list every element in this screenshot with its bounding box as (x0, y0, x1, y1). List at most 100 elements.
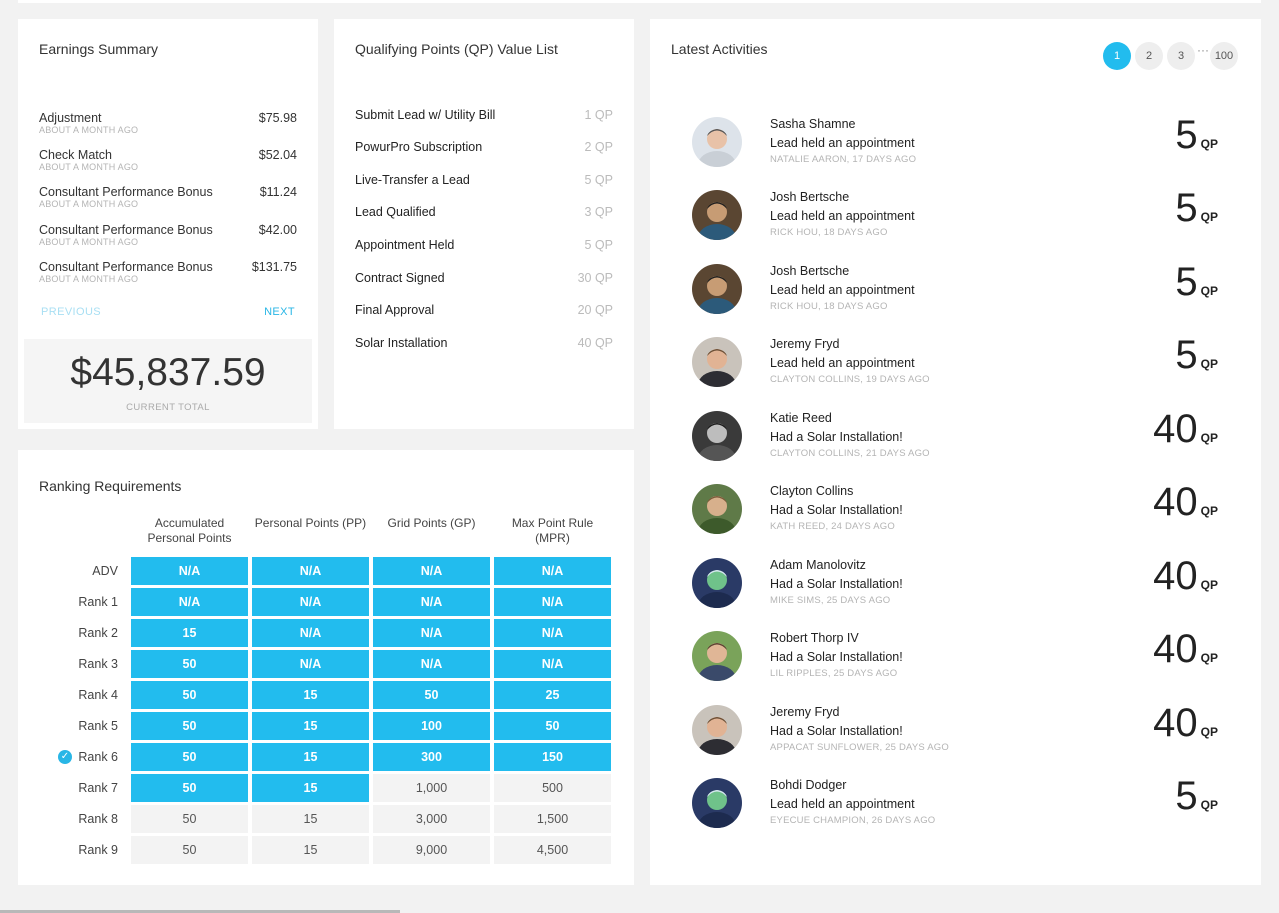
ranking-cell: N/A (373, 557, 490, 585)
qp-item-value: 1 QP (584, 108, 614, 122)
qp-item-value: 2 QP (584, 140, 614, 154)
activity-meta: CLAYTON COLLINS, 19 DAYS AGO (770, 374, 930, 385)
avatar[interactable] (692, 264, 742, 314)
ranking-cell: 500 (494, 774, 611, 802)
qp-item-name: Final Approval (355, 303, 435, 317)
avatar[interactable] (692, 117, 742, 167)
ranking-cell: N/A (252, 557, 369, 585)
activity-person-name[interactable]: Sasha Shamne (770, 117, 855, 131)
activity-person-name[interactable]: Josh Bertsche (770, 190, 849, 204)
qp-item-value: 30 QP (577, 271, 613, 285)
next-button[interactable]: NEXT (264, 306, 295, 318)
activity-item[interactable]: Clayton Collins Had a Solar Installation!… (692, 480, 1218, 544)
avatar[interactable] (692, 778, 742, 828)
earning-amount: $42.00 (258, 223, 297, 237)
avatar[interactable] (692, 705, 742, 755)
ranking-cell: 300 (373, 743, 490, 771)
page-button-100[interactable]: 100 (1210, 42, 1238, 70)
qp-item-value: 40 QP (577, 336, 613, 350)
activity-points-unit: QP (1200, 504, 1218, 518)
ranking-cell: 1,000 (373, 774, 490, 802)
activity-person-name[interactable]: Robert Thorp IV (770, 631, 859, 645)
activity-points: 5 QP (1175, 186, 1218, 231)
earning-time: ABOUT A MONTH AGO (39, 125, 139, 135)
activity-description: Lead held an appointment (770, 356, 915, 370)
activity-person-name[interactable]: Adam Manolovitz (770, 558, 866, 572)
qp-item-name: Contract Signed (355, 271, 445, 285)
page-ellipsis: ··· (1197, 43, 1209, 57)
activity-item[interactable]: Adam Manolovitz Had a Solar Installation!… (692, 554, 1218, 618)
activity-person-name[interactable]: Jeremy Fryd (770, 337, 839, 351)
avatar[interactable] (692, 190, 742, 240)
activity-item[interactable]: Josh Bertsche Lead held an appointment RIC… (692, 260, 1218, 324)
earnings-title: Earnings Summary (39, 41, 159, 57)
activity-person-name[interactable]: Jeremy Fryd (770, 705, 839, 719)
activity-item[interactable]: Bohdi Dodger Lead held an appointment EYEC… (692, 774, 1218, 838)
page-button-2[interactable]: 2 (1135, 42, 1163, 70)
activity-person-name[interactable]: Katie Reed (770, 411, 832, 425)
activity-points-value: 40 (1153, 407, 1198, 451)
activity-points-unit: QP (1200, 798, 1218, 812)
activity-points-value: 40 (1153, 480, 1198, 524)
ranking-cell: N/A (131, 557, 248, 585)
activity-points: 5 QP (1175, 333, 1218, 378)
activity-item[interactable]: Jeremy Fryd Lead held an appointment CLAYT… (692, 333, 1218, 397)
activity-description: Had a Solar Installation! (770, 724, 903, 738)
qp-item-name: Lead Qualified (355, 205, 436, 219)
activity-points: 5 QP (1175, 260, 1218, 305)
activity-item[interactable]: Josh Bertsche Lead held an appointment RIC… (692, 186, 1218, 250)
avatar[interactable] (692, 631, 742, 681)
ranking-cell: 25 (494, 681, 611, 709)
activity-meta: EYECUE CHAMPION, 26 DAYS AGO (770, 815, 936, 826)
ranking-cell: 50 (131, 650, 248, 678)
activities-title: Latest Activities (671, 41, 768, 57)
page-button-1[interactable]: 1 (1103, 42, 1131, 70)
avatar[interactable] (692, 558, 742, 608)
ranking-cell: N/A (373, 650, 490, 678)
activity-item[interactable]: Robert Thorp IV Had a Solar Installation!… (692, 627, 1218, 691)
activity-points-unit: QP (1200, 578, 1218, 592)
activity-points-value: 5 (1175, 113, 1198, 157)
previous-button[interactable]: PREVIOUS (41, 306, 101, 318)
activity-description: Had a Solar Installation! (770, 430, 903, 444)
avatar[interactable] (692, 411, 742, 461)
activity-item[interactable]: Jeremy Fryd Had a Solar Installation! APPA… (692, 701, 1218, 765)
ranking-cell: N/A (494, 650, 611, 678)
qp-item-name: Appointment Held (355, 238, 455, 252)
qp-list-item: PowurPro Subscription 2 QP (355, 140, 613, 158)
rank-label: Rank 9 (78, 843, 118, 857)
activity-person-name[interactable]: Josh Bertsche (770, 264, 849, 278)
qp-list-item: Final Approval 20 QP (355, 303, 613, 321)
earning-item: Consultant Performance Bonus ABOUT A MONT… (39, 260, 297, 292)
avatar[interactable] (692, 337, 742, 387)
ranking-cell: 150 (494, 743, 611, 771)
activity-item[interactable]: Sasha Shamne Lead held an appointment NATA… (692, 113, 1218, 177)
qp-item-name: Live-Transfer a Lead (355, 173, 470, 187)
earning-label: Consultant Performance Bonus (39, 185, 213, 199)
qp-item-value: 5 QP (584, 173, 614, 187)
activity-points-unit: QP (1200, 137, 1218, 151)
activity-meta: CLAYTON COLLINS, 21 DAYS AGO (770, 448, 930, 459)
ranking-cell: 50 (373, 681, 490, 709)
qp-list-item: Appointment Held 5 QP (355, 238, 613, 256)
activity-person-name[interactable]: Clayton Collins (770, 484, 853, 498)
ranking-cell: 50 (131, 743, 248, 771)
earnings-summary-card: Earnings Summary Adjustment ABOUT A MONTH… (18, 19, 318, 429)
qp-item-name: Solar Installation (355, 336, 448, 350)
page-button-3[interactable]: 3 (1167, 42, 1195, 70)
ranking-cell: 15 (252, 805, 369, 833)
activity-item[interactable]: Katie Reed Had a Solar Installation! CLAYT… (692, 407, 1218, 471)
ranking-cell: 50 (131, 836, 248, 864)
earning-label: Consultant Performance Bonus (39, 223, 213, 237)
qp-list-item: Contract Signed 30 QP (355, 271, 613, 289)
activity-person-name[interactable]: Bohdi Dodger (770, 778, 846, 792)
activity-meta: LIL RIPPLES, 25 DAYS AGO (770, 668, 898, 679)
activity-points-unit: QP (1200, 725, 1218, 739)
activity-points: 5 QP (1175, 774, 1218, 819)
ranking-cell: N/A (494, 619, 611, 647)
rank-label: Rank 2 (78, 626, 118, 640)
ranking-cell: 50 (131, 712, 248, 740)
earning-amount: $131.75 (251, 260, 297, 274)
avatar[interactable] (692, 484, 742, 534)
ranking-cell: N/A (131, 588, 248, 616)
